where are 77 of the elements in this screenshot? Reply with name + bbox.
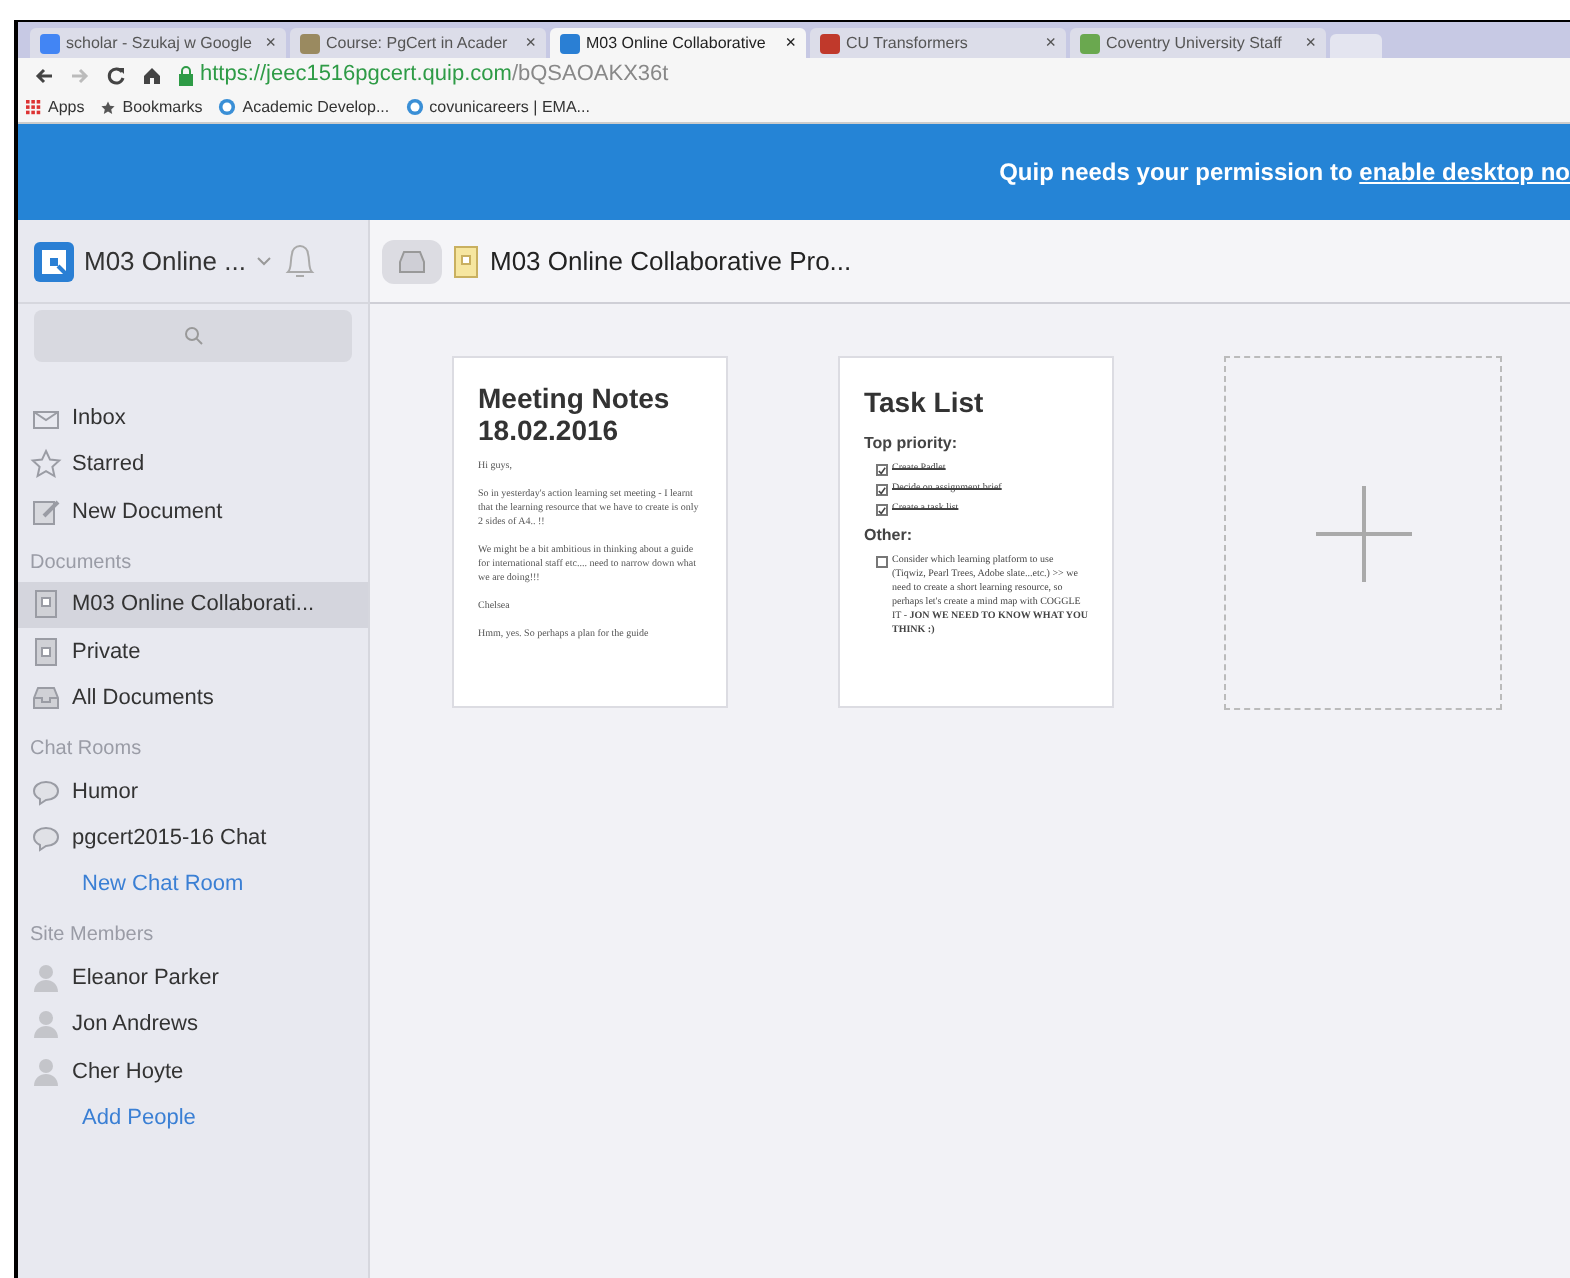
lock-icon [178, 65, 194, 85]
site-favicon-icon [820, 33, 840, 53]
bookmark-link[interactable]: Academic Develop... [218, 95, 390, 119]
sidebar-item[interactable]: Humor [18, 768, 368, 815]
task-checkbox[interactable] [876, 464, 888, 476]
browser-tab[interactable]: scholar - Szukaj w Google × [30, 28, 286, 58]
user-avatar-icon [30, 1008, 62, 1041]
reload-icon[interactable] [106, 65, 126, 85]
task-checkbox[interactable] [876, 484, 888, 496]
tab-title: CU Transformers [846, 31, 970, 55]
task-checkbox[interactable] [876, 556, 888, 568]
group-heading: Other: [864, 524, 914, 548]
group-heading: Top priority: [864, 432, 960, 456]
tab-close-button[interactable]: × [1305, 29, 1316, 57]
workspace-name[interactable]: M03 Online ... [84, 241, 246, 281]
tab-title: Course: PgCert in Acader [326, 31, 510, 55]
section-heading: Documents [28, 549, 134, 577]
tab-title: Coventry University Staff [1106, 31, 1284, 55]
browser-tab[interactable]: Coventry University Staff × [1070, 28, 1326, 58]
browser-tab[interactable]: M03 Online Collaborative × [550, 28, 806, 58]
sidebar-item[interactable]: Cher Hoyte [18, 1048, 368, 1095]
browser-tab[interactable]: CU Transformers × [810, 28, 1066, 58]
tab-close-button[interactable]: × [525, 29, 536, 57]
tab-close-button[interactable]: × [1045, 29, 1056, 57]
folder-title: M03 Online Collaborative Pro... [490, 243, 852, 280]
bookmark-link[interactable]: covunicareers | EMA... [405, 95, 590, 119]
tab-title: M03 Online Collaborative [586, 31, 768, 55]
bookmark-link[interactable]: Bookmarks [100, 95, 203, 119]
new-document-tile[interactable] [1224, 356, 1502, 710]
document-card[interactable] [452, 356, 728, 708]
app-logo-icon[interactable] [34, 241, 74, 281]
browser-tab[interactable]: Course: PgCert in Acader × [290, 28, 546, 58]
sidebar-item[interactable]: Inbox [18, 394, 368, 441]
site-favicon-icon [1080, 33, 1100, 53]
home-icon[interactable] [142, 65, 162, 85]
search-field[interactable] [34, 310, 352, 362]
document-title: Meeting Notes 18.02.2016 [478, 382, 672, 446]
sidebar-item[interactable]: Eleanor Parker [18, 954, 368, 1001]
tab-title: scholar - Szukaj w Google [66, 31, 254, 55]
lock-folder-icon [30, 635, 62, 668]
back-arrow-icon[interactable] [34, 65, 54, 85]
folder-icon [454, 245, 478, 277]
bookmark-link[interactable]: Apps [26, 95, 85, 119]
tray-icon [398, 249, 426, 273]
tab-close-button[interactable]: × [785, 29, 796, 57]
section-heading: Site Members [28, 922, 156, 950]
folder-icon [30, 588, 62, 621]
enable-notifications-link[interactable]: enable desktop no [1359, 154, 1570, 190]
back-button[interactable] [382, 239, 442, 283]
sidebar-item[interactable]: All Documents [18, 675, 368, 722]
chat-bubble-icon [30, 822, 62, 855]
plus-icon [1315, 485, 1411, 581]
site-favicon-icon [300, 33, 320, 53]
search-icon [183, 326, 203, 346]
banner-text: Quip needs your permission to [999, 156, 1355, 190]
star-icon [100, 99, 117, 115]
user-avatar-icon [30, 961, 62, 994]
tab-close-button[interactable]: × [265, 29, 276, 57]
tray-icon [30, 682, 62, 715]
sidebar-item[interactable]: New Document [18, 488, 368, 535]
section-heading: Chat Rooms [28, 736, 144, 764]
document-edit-icon [30, 495, 62, 528]
sidebar-item[interactable]: M03 Online Collaborati... [18, 581, 368, 628]
document-title: Task List [864, 384, 986, 422]
sidebar-item[interactable]: Starred [18, 441, 368, 488]
site-favicon-icon [560, 33, 580, 53]
chevron-down-icon[interactable] [255, 255, 272, 267]
chat-bubble-icon [30, 775, 62, 808]
document-card[interactable] [838, 356, 1114, 708]
sidebar-item[interactable]: pgcert2015-16 Chat [18, 815, 368, 862]
star-icon [30, 448, 62, 481]
sidebar-item[interactable]: Jon Andrews [18, 1001, 368, 1048]
user-avatar-icon [30, 1055, 62, 1088]
site-favicon-icon [40, 33, 60, 53]
task-checkbox[interactable] [876, 504, 888, 516]
sidebar-item[interactable]: Private [18, 628, 368, 675]
apps-grid-icon [26, 99, 42, 115]
